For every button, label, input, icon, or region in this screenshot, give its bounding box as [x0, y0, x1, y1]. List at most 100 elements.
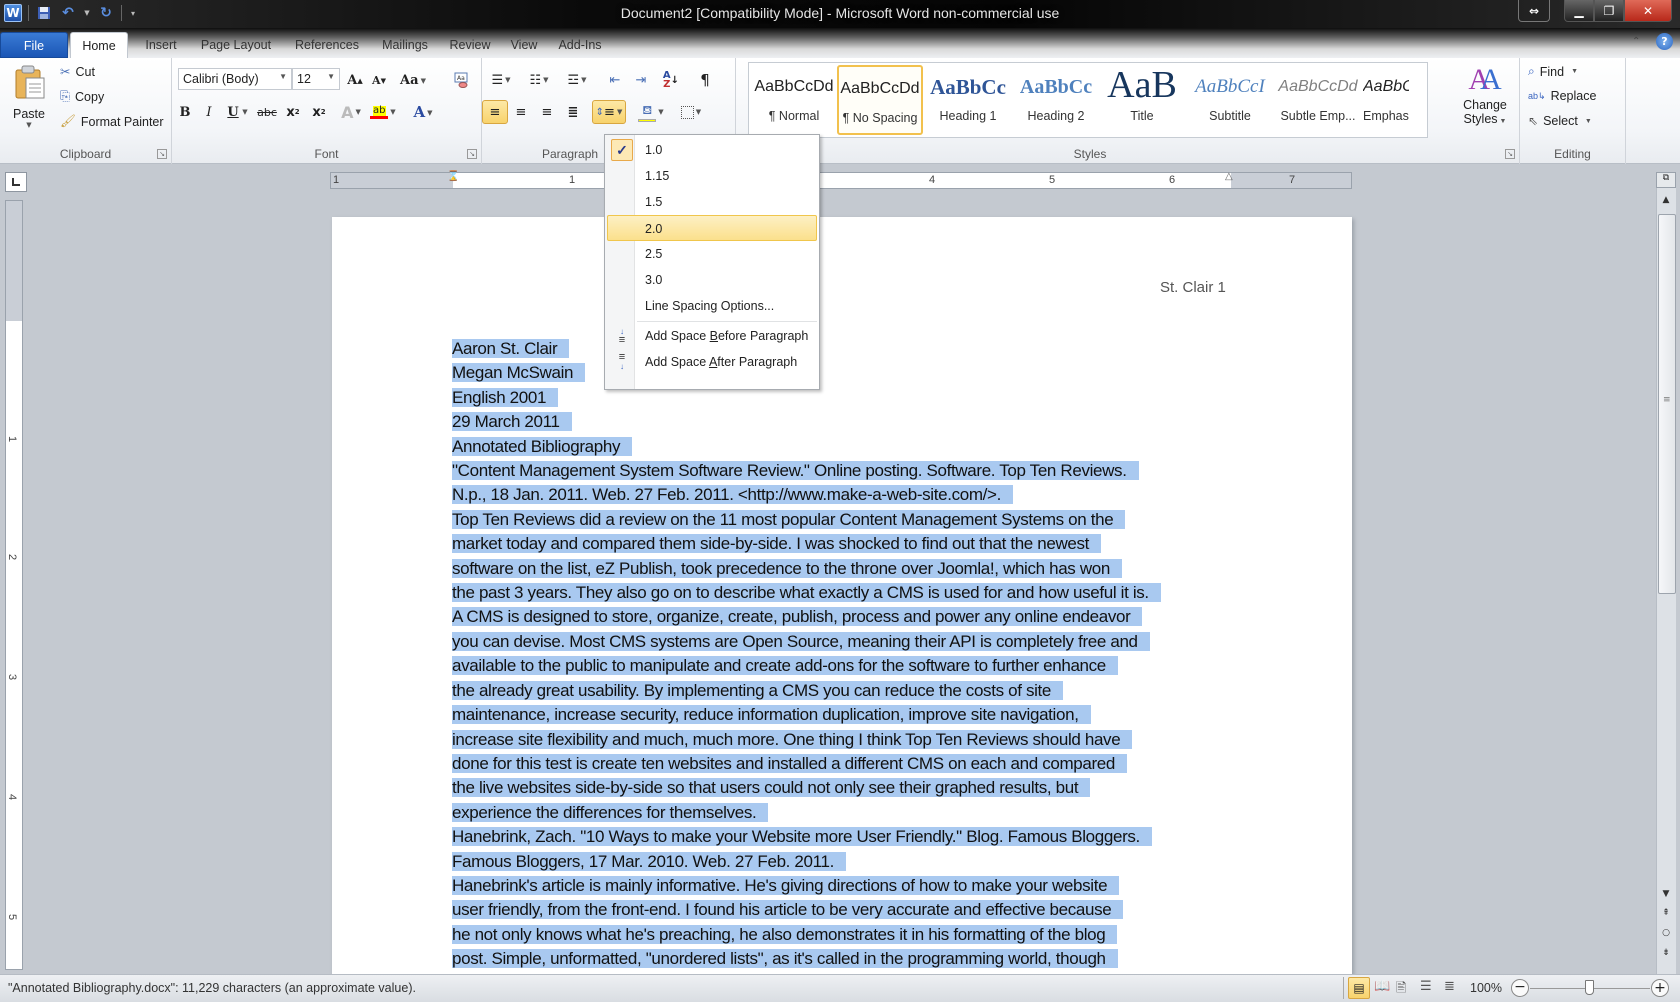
menu-item-1-0[interactable]: ✓ 1.0	[607, 137, 817, 163]
tab-home[interactable]: Home	[70, 32, 128, 58]
menu-item-add-space-before[interactable]: ↓ ≡ Add Space Before Paragraph	[607, 323, 817, 349]
minimize-ribbon-icon[interactable]: ⌃	[1632, 36, 1640, 47]
multilevel-list-button[interactable]: ☲ ▼	[560, 68, 594, 92]
line-spacing-button[interactable]: ⇕ ≡ ▼	[592, 100, 626, 124]
italic-button[interactable]: I	[196, 100, 222, 124]
document-line: market today and compared them side-by-s…	[452, 532, 1232, 556]
zoom-in-button[interactable]: +	[1651, 979, 1669, 997]
highlight-button[interactable]: ab ▼	[370, 100, 396, 124]
font-name-combo[interactable]: Calibri (Body) ▼	[178, 68, 292, 90]
document-body[interactable]: Aaron St. Clair Megan McSwain English 2001…	[452, 337, 1232, 972]
style-subtle-emphasis[interactable]: AaBbCcDd Subtle Emp...	[1275, 65, 1361, 135]
tab-references[interactable]: References	[286, 32, 368, 58]
style-subtitle[interactable]: AaBbCcI Subtitle	[1187, 65, 1273, 135]
outline-view-icon[interactable]: ☰	[1420, 979, 1432, 994]
tab-insert[interactable]: Insert	[136, 32, 186, 58]
view-ruler-icon[interactable]: ⧉	[1656, 172, 1676, 188]
replace-button[interactable]: ab↳ Replace	[1528, 89, 1596, 103]
vertical-scrollbar[interactable]: ▲ ≡ ▼ ⇞ ○ ⇟	[1656, 188, 1676, 974]
increase-indent-button[interactable]: ⇥	[628, 68, 654, 92]
style-heading-1[interactable]: AaBbCc Heading 1	[925, 65, 1011, 135]
style-emphasis[interactable]: AaBbCcDd Emphasis	[1363, 65, 1409, 135]
text-effects-button[interactable]: A ▼	[338, 100, 364, 124]
paste-button[interactable]: Paste ▼	[8, 64, 50, 156]
clear-formatting-button[interactable]: Aa	[448, 68, 474, 92]
vertical-ruler[interactable]: 1 2 3 4 5	[5, 200, 23, 970]
shrink-font-button[interactable]: A ▼	[366, 68, 392, 92]
center-button[interactable]: ≡	[508, 100, 534, 124]
scroll-down-icon[interactable]: ▼	[1657, 884, 1675, 904]
cut-button[interactable]: ✂ Cut	[60, 64, 95, 80]
tab-review[interactable]: Review	[444, 32, 496, 58]
right-indent-marker[interactable]: △	[1225, 171, 1233, 182]
menu-item-3-0[interactable]: 3.0	[607, 267, 817, 293]
grow-font-button[interactable]: A ▲	[342, 68, 368, 92]
font-size-combo[interactable]: 12 ▼	[292, 68, 340, 90]
restore-button[interactable]: ❐	[1594, 0, 1624, 22]
find-button[interactable]: ⌕ Find ▼	[1528, 64, 1578, 79]
minimize-button[interactable]: ▁	[1564, 0, 1594, 22]
draft-view-icon[interactable]: ≣	[1444, 979, 1455, 994]
select-button[interactable]: ⇖ Select ▼	[1528, 114, 1592, 128]
font-launcher-icon[interactable]: ↘	[467, 149, 477, 159]
help-icon[interactable]: ?	[1656, 33, 1673, 50]
format-painter-button[interactable]: 🖌 Format Painter	[60, 114, 164, 129]
next-page-icon[interactable]: ⇟	[1657, 948, 1675, 968]
zoom-level[interactable]: 100%	[1470, 981, 1502, 995]
align-right-button[interactable]: ≡	[534, 100, 560, 124]
clipboard-launcher-icon[interactable]: ↘	[157, 149, 167, 159]
superscript-button[interactable]: x2	[306, 100, 332, 124]
align-left-button[interactable]: ≡	[482, 100, 508, 124]
change-case-button[interactable]: Aa ▼	[396, 68, 430, 92]
sort-button[interactable]: A Z ↓	[658, 68, 684, 92]
menu-item-1-15[interactable]: 1.15	[607, 163, 817, 189]
scroll-thumb[interactable]: ≡	[1658, 214, 1676, 594]
resize-icon[interactable]: ⇔	[1518, 0, 1550, 22]
underline-dropdown-icon[interactable]: ▼	[238, 100, 250, 124]
copy-button[interactable]: ⎘ Copy	[60, 89, 104, 104]
styles-launcher-icon[interactable]: ↘	[1505, 149, 1515, 159]
font-name-dropdown-icon[interactable]: ▼	[279, 72, 287, 81]
font-size-dropdown-icon[interactable]: ▼	[327, 72, 335, 81]
tab-file[interactable]: File	[0, 32, 68, 58]
style-title[interactable]: AaB Title	[1099, 65, 1185, 135]
tab-add-ins[interactable]: Add-Ins	[552, 32, 608, 58]
bold-button[interactable]: B	[172, 100, 198, 124]
decrease-indent-button[interactable]: ⇤	[602, 68, 628, 92]
style-no-spacing[interactable]: AaBbCcDd ¶ No Spacing	[837, 65, 923, 135]
zoom-out-button[interactable]: −	[1511, 979, 1529, 997]
tab-mailings[interactable]: Mailings	[374, 32, 436, 58]
tab-page-layout[interactable]: Page Layout	[194, 32, 278, 58]
menu-item-2-0[interactable]: 2.0	[607, 215, 817, 241]
strikethrough-button[interactable]: abc	[254, 100, 280, 124]
scroll-up-icon[interactable]: ▲	[1657, 190, 1675, 210]
font-color-button[interactable]: A ▼	[410, 100, 436, 124]
subscript-button[interactable]: x2	[280, 100, 306, 124]
previous-page-icon[interactable]: ⇞	[1657, 908, 1675, 928]
zoom-slider-thumb[interactable]	[1585, 980, 1594, 995]
select-browse-object-icon[interactable]: ○	[1657, 928, 1675, 948]
clipboard-group: Paste ▼ ✂ Cut ⎘ Copy 🖌 Format Painter Clipb…	[0, 58, 172, 164]
numbering-button[interactable]: ☷ ▼	[522, 68, 556, 92]
first-line-indent-marker[interactable]: ⌛	[447, 171, 459, 182]
tab-selector[interactable]	[5, 172, 27, 192]
style-normal[interactable]: AaBbCcDd ¶ Normal	[751, 65, 837, 135]
web-layout-view-icon[interactable]: 🖹	[1396, 979, 1406, 1001]
justify-button[interactable]: ≣	[560, 100, 586, 124]
close-button[interactable]: ✕	[1624, 0, 1672, 22]
print-layout-view-icon[interactable]: ▤	[1348, 977, 1370, 999]
menu-item-add-space-after[interactable]: ≡ ↓ Add Space After Paragraph	[607, 349, 817, 375]
borders-button[interactable]: ▼	[674, 100, 708, 124]
menu-item-line-spacing-options[interactable]: Line Spacing Options...	[607, 293, 817, 319]
menu-item-1-5[interactable]: 1.5	[607, 189, 817, 215]
show-hide-button[interactable]: ¶	[692, 68, 718, 92]
bullets-button[interactable]: ☰ ▼	[484, 68, 518, 92]
shading-button[interactable]: ⛾ ▼	[634, 100, 668, 124]
menu-item-2-5[interactable]: 2.5	[607, 241, 817, 267]
style-heading-2[interactable]: AaBbCc Heading 2	[1013, 65, 1099, 135]
document-page[interactable]: St. Clair 1 Aaron St. Clair Megan McSwain…	[332, 217, 1352, 977]
tab-view[interactable]: View	[504, 32, 544, 58]
change-styles-button[interactable]: AA Change Styles ▼	[1452, 62, 1518, 144]
horizontal-ruler[interactable]: 1 1 2 3 4 5 6 7 ⌛ △	[330, 171, 1352, 189]
full-screen-reading-view-icon[interactable]: 📖	[1374, 979, 1390, 994]
